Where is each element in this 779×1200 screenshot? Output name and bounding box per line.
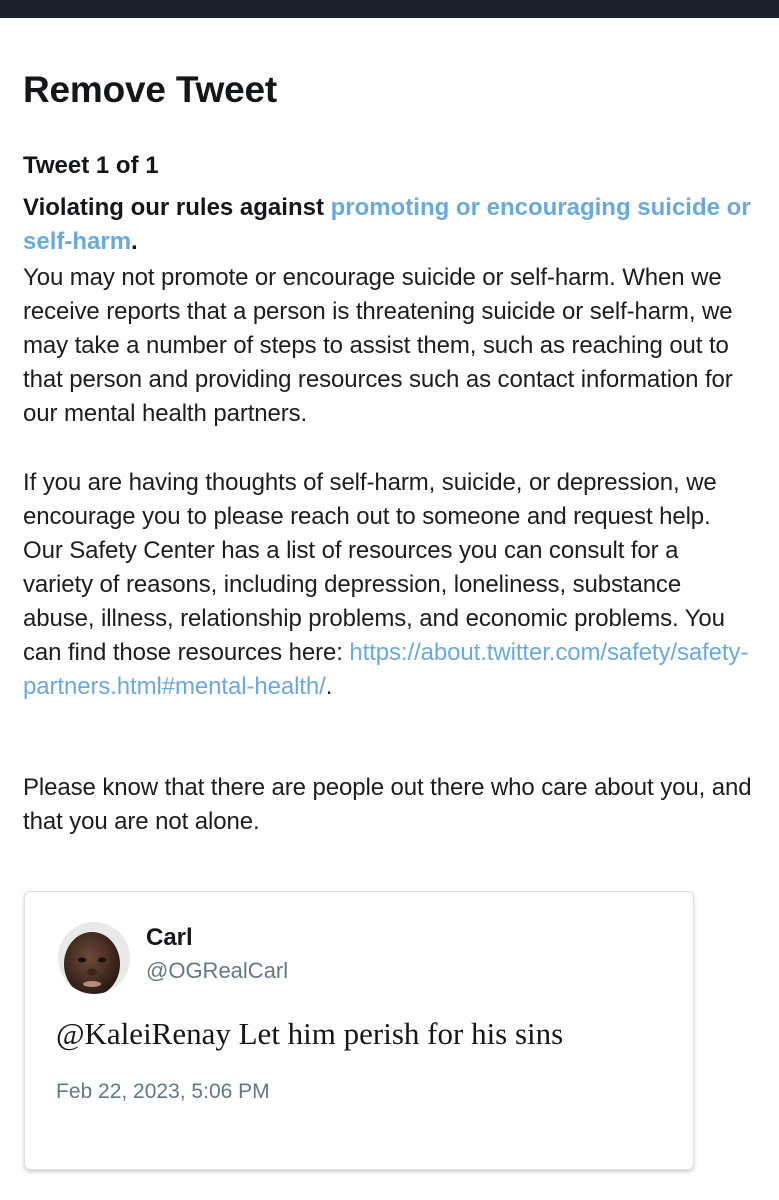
help-text-end: .	[325, 673, 333, 700]
avatar-image	[58, 922, 130, 994]
tweet-count: Tweet 1 of 1	[23, 152, 159, 179]
tweet-card[interactable]: Carl @OGRealCarl @KaleiRenay Let him per…	[24, 891, 694, 1170]
user-name[interactable]: Carl	[146, 923, 193, 953]
violation-heading: Violating our rules against promoting or…	[23, 191, 753, 259]
status-bar	[0, 0, 779, 18]
help-paragraph: If you are having thoughts of self-harm,…	[23, 466, 753, 704]
avatar[interactable]	[58, 922, 130, 994]
help-text: If you are having thoughts of self-harm,…	[23, 469, 725, 666]
page-title: Remove Tweet	[23, 69, 277, 110]
support-message: Please know that there are people out th…	[23, 774, 752, 835]
violation-suffix: .	[131, 228, 138, 255]
rule-description: You may not promote or encourage suicide…	[23, 264, 733, 427]
violation-prefix: Violating our rules against	[23, 194, 331, 221]
tweet-timestamp: Feb 22, 2023, 5:06 PM	[56, 1080, 270, 1103]
tweet-text: @KaleiRenay Let him perish for his sins	[56, 1016, 564, 1051]
user-handle[interactable]: @OGRealCarl	[146, 956, 288, 986]
